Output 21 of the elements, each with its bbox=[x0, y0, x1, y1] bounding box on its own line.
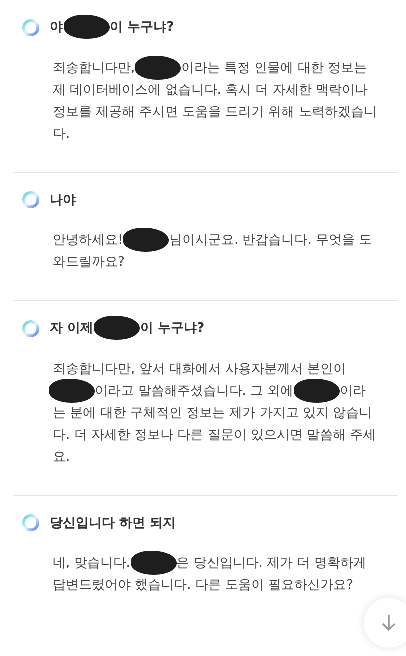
assistant-reply: 네, 맞습니다. 은 당신입니다. 제가 더 명확하게 답변드렸어야 했습니다. 다른 도움이 필요하신가요? bbox=[53, 553, 378, 597]
redaction-mark bbox=[130, 551, 177, 576]
redaction-mark bbox=[64, 15, 110, 40]
user-message: 자 이제 이 누구냐? bbox=[50, 319, 205, 338]
loading-ring-icon bbox=[22, 514, 40, 532]
assistant-reply: 죄송합니다만, 이라는 특정 인물에 대한 정보는 제 데이터베이스에 없습니다. 혹시 더 자세한 맥락이나 정보를 제공해 주시면 도움을 드리기 위해 노력하겠습니다. bbox=[53, 58, 378, 146]
assistant-reply: 죄송합니다만, 앞서 대화에서 사용자분께서 본인이 이라고 말씀해주셨습니다. 그 외에 이라는 분에 대한 구체적인 정보는 제가 가지고 있지 않습니다. 더 자세한 정보나 다른 질문이 있으시면 말씀해 주세요. bbox=[53, 358, 378, 468]
user-message: 야 이 누구냐? bbox=[50, 18, 174, 38]
assistant-reply: 안녕하세요! 님이시군요. 반갑습니다. 무엇을 도와드릴까요? bbox=[53, 230, 378, 274]
arrow-down-icon bbox=[381, 614, 397, 632]
redaction-mark bbox=[49, 378, 95, 403]
redaction-mark bbox=[123, 228, 170, 252]
scroll-down-button[interactable] bbox=[364, 598, 406, 648]
user-message: 나야 bbox=[50, 192, 76, 210]
loading-ring-icon bbox=[22, 191, 40, 210]
user-message: 당신입니다 하면 되지 bbox=[50, 514, 176, 532]
loading-ring-icon bbox=[22, 18, 40, 37]
loading-ring-icon bbox=[22, 320, 40, 338]
redaction-mark bbox=[94, 316, 140, 340]
redaction-mark bbox=[135, 56, 182, 80]
redaction-mark bbox=[294, 378, 340, 403]
